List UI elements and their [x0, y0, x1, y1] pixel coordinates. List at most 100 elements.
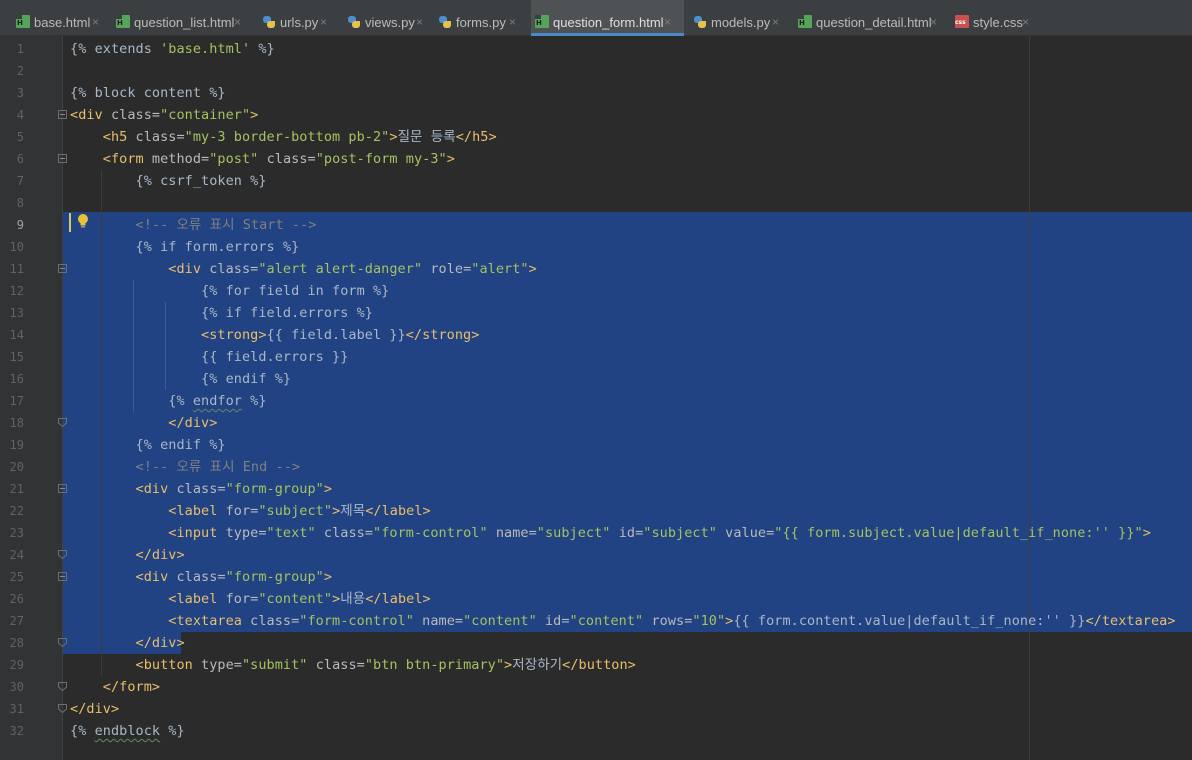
- fold-open-icon[interactable]: [58, 264, 67, 273]
- code-line[interactable]: 23 <input type="text" class="form-contro…: [0, 522, 1192, 544]
- fold-end-icon[interactable]: [58, 704, 67, 713]
- code-token: >: [1142, 525, 1151, 541]
- code-token: "content": [258, 591, 333, 607]
- code-text: {% block content %}: [70, 82, 226, 104]
- code-token: <label: [168, 503, 226, 519]
- line-number: 29: [9, 658, 24, 672]
- code-token: >: [504, 657, 513, 673]
- code-line[interactable]: 1 {% extends 'base.html' %}: [0, 38, 1192, 60]
- code-line[interactable]: 10 {% if form.errors %}: [0, 236, 1192, 258]
- line-number: 30: [9, 680, 24, 694]
- code-line[interactable]: 22 <label for="subject">제목</label>: [0, 500, 1192, 522]
- code-line[interactable]: 6 <form method="post" class="post-form m…: [0, 148, 1192, 170]
- code-token: </label>: [365, 503, 431, 519]
- code-line[interactable]: 32 {% endblock %}: [0, 720, 1192, 742]
- close-icon[interactable]: ×: [92, 14, 99, 30]
- code-token: type=: [225, 525, 267, 541]
- tab-label: urls.py: [280, 15, 319, 30]
- code-token: "subject": [643, 525, 717, 541]
- code-line[interactable]: 2: [0, 60, 1192, 82]
- fold-open-icon[interactable]: [58, 572, 67, 581]
- code-line[interactable]: 14 <strong>{{ field.label }}</strong>: [0, 324, 1192, 346]
- close-icon[interactable]: ×: [234, 14, 241, 30]
- code-line[interactable]: 26 <label for="content">내용</label>: [0, 588, 1192, 610]
- code-token: </div>: [135, 635, 185, 651]
- close-icon[interactable]: ×: [320, 14, 327, 30]
- close-icon[interactable]: ×: [509, 14, 516, 30]
- fold-end-icon[interactable]: [58, 638, 67, 647]
- close-icon[interactable]: ×: [1022, 14, 1029, 30]
- code-token: class=: [250, 613, 300, 629]
- code-token: "form-control": [373, 525, 488, 541]
- close-icon[interactable]: ×: [930, 14, 937, 30]
- line-number: 4: [16, 108, 24, 122]
- code-text: {% endif %}: [70, 368, 291, 390]
- tab-style-css[interactable]: css style.css ×: [951, 0, 1034, 35]
- code-line[interactable]: 5 <h5 class="my-3 border-bottom pb-2">질문…: [0, 126, 1192, 148]
- line-number: 14: [9, 328, 24, 342]
- code-line[interactable]: 11 <div class="alert alert-danger" role=…: [0, 258, 1192, 280]
- line-number: 25: [9, 570, 24, 584]
- tab-question-list-html[interactable]: Hquestion_list.html ×: [112, 0, 250, 35]
- code-line[interactable]: 12 {% for field in form %}: [0, 280, 1192, 302]
- python-file-icon: [347, 15, 361, 28]
- tab-question-form-html[interactable]: Hquestion_form.html ×: [531, 0, 684, 36]
- code-text: </form>: [70, 676, 160, 698]
- html-icon-letter: H: [536, 19, 542, 27]
- code-token: <div: [135, 481, 177, 497]
- code-line[interactable]: 21 <div class="form-group">: [0, 478, 1192, 500]
- css-file-icon: css: [955, 15, 969, 28]
- tab-urls-py[interactable]: urls.py ×: [258, 0, 332, 35]
- line-number: 12: [9, 284, 24, 298]
- code-line[interactable]: 3 {% block content %}: [0, 82, 1192, 104]
- code-line[interactable]: 4 <div class="container">: [0, 104, 1192, 126]
- fold-end-icon[interactable]: [58, 418, 67, 427]
- code-token: %}: [160, 723, 185, 739]
- code-line[interactable]: 20 <!-- 오류 표시 End -->: [0, 456, 1192, 478]
- code-line[interactable]: 31 </div>: [0, 698, 1192, 720]
- code-token: rows=: [643, 613, 693, 629]
- close-icon[interactable]: ×: [772, 14, 779, 30]
- code-token: endblock: [94, 723, 161, 739]
- tab-question-detail-html[interactable]: Hquestion_detail.html ×: [794, 0, 943, 35]
- close-icon[interactable]: ×: [664, 14, 671, 30]
- line-number: 8: [16, 196, 24, 210]
- code-line[interactable]: 16 {% endif %}: [0, 368, 1192, 390]
- code-line[interactable]: 9 <!-- 오류 표시 Start -->: [0, 214, 1192, 236]
- line-number: 9: [16, 218, 24, 232]
- fold-end-icon[interactable]: [58, 682, 67, 691]
- code-token: endfor: [192, 393, 242, 409]
- code-line[interactable]: 13 {% if field.errors %}: [0, 302, 1192, 324]
- code-token: >: [528, 261, 537, 277]
- fold-open-icon[interactable]: [58, 484, 67, 493]
- tab-base-html[interactable]: Hbase.html ×: [12, 0, 108, 35]
- code-line[interactable]: 30 </form>: [0, 676, 1192, 698]
- code-line[interactable]: 25 <div class="form-group">: [0, 566, 1192, 588]
- code-line[interactable]: 17 {% endfor %}: [0, 390, 1192, 412]
- code-line[interactable]: 7 {% csrf_token %}: [0, 170, 1192, 192]
- tab-views-py[interactable]: views.py ×: [343, 0, 428, 35]
- tab-models-py[interactable]: models.py ×: [689, 0, 787, 35]
- code-line[interactable]: 8: [0, 192, 1192, 214]
- code-line[interactable]: 19 {% endif %}: [0, 434, 1192, 456]
- code-line[interactable]: 18 </div>: [0, 412, 1192, 434]
- code-text: {% extends 'base.html' %}: [70, 38, 275, 60]
- lightbulb-intention-icon[interactable]: [77, 213, 89, 229]
- code-text: </div>: [70, 698, 119, 720]
- code-line[interactable]: 24 </div>: [0, 544, 1192, 566]
- close-icon[interactable]: ×: [416, 14, 423, 30]
- code-token: "alert": [471, 261, 529, 277]
- tab-forms-py[interactable]: forms.py ×: [434, 0, 529, 35]
- fold-open-icon[interactable]: [58, 154, 67, 163]
- code-line[interactable]: 15 {{ field.errors }}: [0, 346, 1192, 368]
- fold-open-icon[interactable]: [58, 110, 67, 119]
- code-line[interactable]: 28 </div>: [0, 632, 1192, 654]
- code-line[interactable]: 27 <textarea class="form-control" name="…: [0, 610, 1192, 632]
- editor-tab-bar: Hbase.html × Hquestion_list.html × urls.py × v…: [0, 0, 1192, 36]
- fold-end-icon[interactable]: [58, 550, 67, 559]
- code-line[interactable]: 29 <button type="submit" class="btn btn-…: [0, 654, 1192, 676]
